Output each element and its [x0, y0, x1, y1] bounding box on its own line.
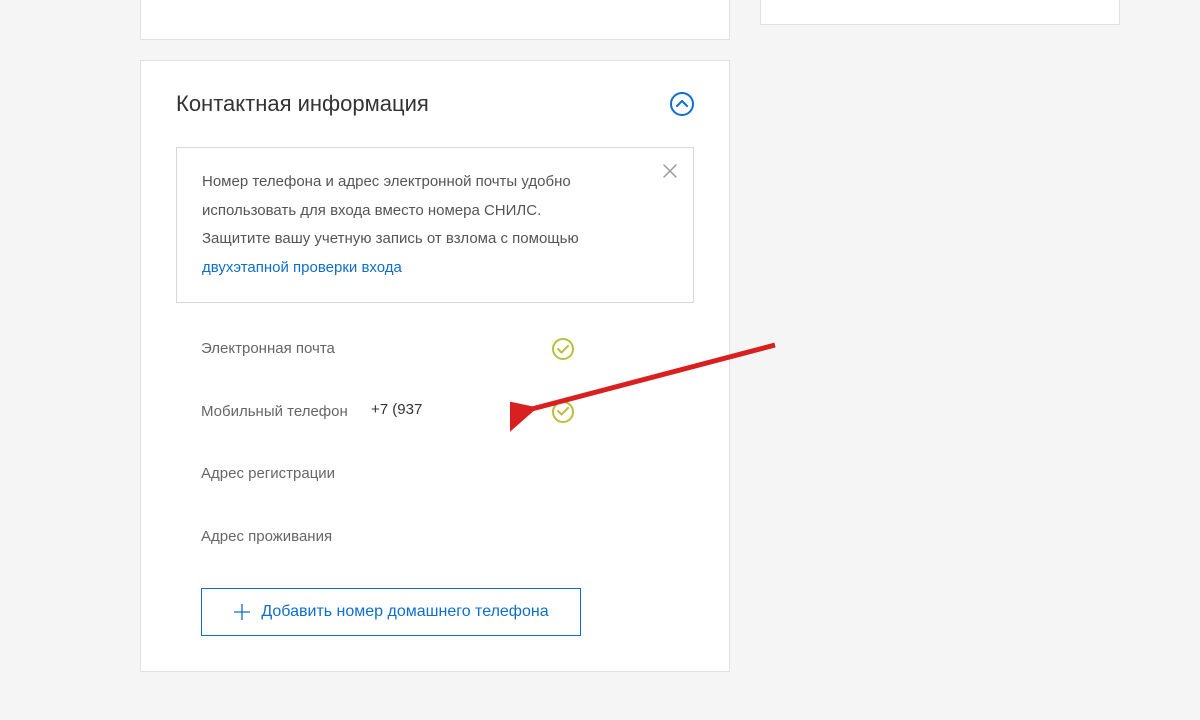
info-banner: Номер телефона и адрес электронной почты… — [176, 147, 694, 303]
registration-address-row[interactable]: Адрес регистрации — [176, 463, 694, 486]
checkmark-icon — [557, 345, 569, 354]
collapse-toggle[interactable] — [670, 92, 694, 116]
close-banner-button[interactable] — [661, 162, 679, 180]
registration-address-label: Адрес регистрации — [201, 463, 371, 486]
check-circle-icon — [552, 401, 574, 423]
mobile-value: +7 (937 — [371, 401, 491, 418]
add-home-phone-button[interactable]: Добавить номер домашнего телефона — [201, 588, 581, 636]
plus-icon — [233, 603, 251, 621]
two-step-verification-link[interactable]: двухэтапной проверки входа — [202, 259, 402, 276]
email-verified-status — [552, 338, 574, 360]
mobile-phone-row[interactable]: Мобильный телефон +7 (937 — [176, 401, 694, 424]
residence-address-row[interactable]: Адрес проживания — [176, 526, 694, 549]
chevron-up-icon — [676, 100, 688, 108]
mobile-verified-status — [552, 401, 574, 423]
card-header: Контактная информация — [176, 91, 694, 117]
residence-address-label: Адрес проживания — [201, 526, 371, 549]
contact-info-card: Контактная информация Номер телефона и а… — [140, 60, 730, 672]
email-row[interactable]: Электронная почта — [176, 338, 694, 361]
info-line-1: Номер телефона и адрес электронной почты… — [202, 168, 643, 225]
check-circle-icon — [552, 338, 574, 360]
info-line-2: Защитите вашу учетную запись от взлома с… — [202, 225, 643, 282]
add-home-phone-label: Добавить номер домашнего телефона — [261, 603, 548, 621]
checkmark-icon — [557, 407, 569, 416]
info-line-2-prefix: Защитите вашу учетную запись от взлома с… — [202, 230, 579, 247]
close-icon — [661, 162, 679, 180]
card-title: Контактная информация — [176, 91, 429, 117]
sidebar-card-stub — [760, 0, 1120, 25]
mobile-label: Мобильный телефон — [201, 401, 371, 424]
email-label: Электронная почта — [201, 338, 371, 361]
previous-card-stub — [140, 0, 730, 40]
